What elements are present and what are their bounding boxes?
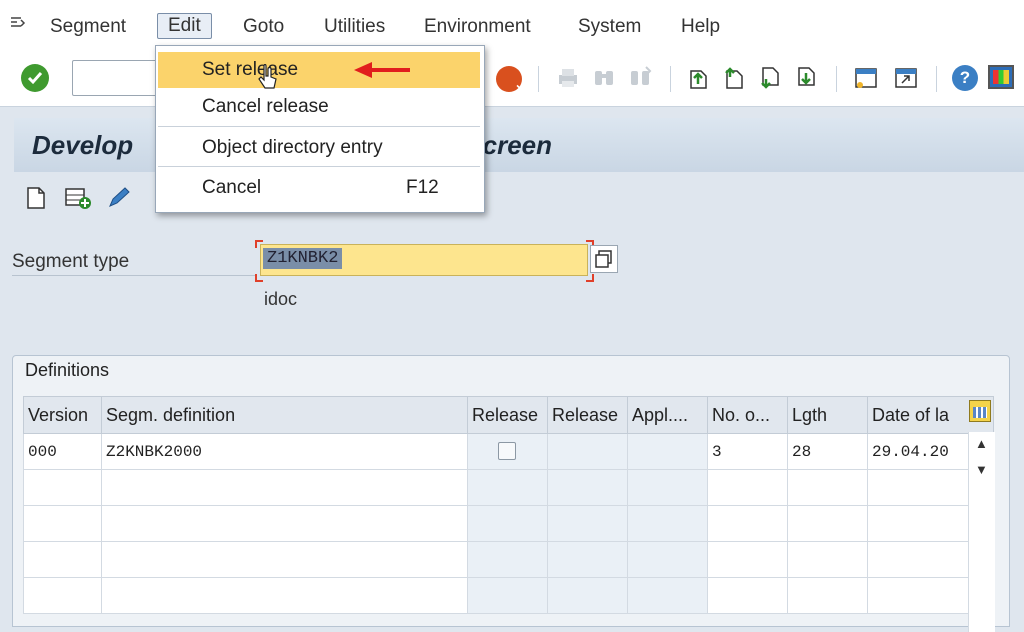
mouse-cursor-icon [258, 64, 277, 89]
next-page-icon[interactable] [758, 65, 782, 91]
focus-corner [255, 274, 263, 282]
toolbar-separator [836, 66, 837, 92]
menu-environment[interactable]: Environment [424, 16, 531, 38]
segment-type-label: Segment type [12, 251, 130, 272]
definitions-title: Definitions [25, 360, 110, 380]
cell-release [467, 433, 548, 470]
find-icon[interactable] [592, 65, 616, 91]
menu-bar: Segment Edit Goto Utilities Environment … [0, 0, 1024, 54]
menu-system[interactable]: System [578, 16, 641, 38]
menu-segment[interactable]: Segment [50, 16, 126, 38]
col-version[interactable]: Version [23, 396, 102, 434]
label-underline [12, 275, 257, 276]
menu-item-object-directory-entry[interactable]: Object directory entry [158, 130, 480, 166]
menu-icon[interactable] [10, 16, 26, 34]
help-icon[interactable]: ? [952, 65, 978, 91]
toolbar-separator [538, 66, 539, 92]
col-segm-definition[interactable]: Segm. definition [101, 396, 468, 434]
table-header-row: Version Segm. definition Release Release… [23, 396, 994, 434]
standard-toolbar: ? [0, 54, 1024, 107]
col-release-2[interactable]: Release [547, 396, 628, 434]
vertical-scrollbar[interactable]: ▲ ▼ [968, 432, 995, 632]
col-lgth[interactable]: Lgth [787, 396, 868, 434]
definitions-table: Version Segm. definition Release Release… [23, 396, 994, 614]
segment-type-value: Z1KNBK2 [263, 248, 343, 269]
page-title-left: Develop [32, 130, 134, 160]
set-release-label: Set release [202, 59, 299, 80]
scroll-down-icon[interactable]: ▼ [975, 462, 988, 477]
value-help-icon[interactable] [590, 245, 618, 273]
menu-item-set-release[interactable]: Set release [158, 52, 480, 88]
scroll-up-icon[interactable]: ▲ [975, 436, 988, 451]
column-settings-icon[interactable] [969, 400, 991, 422]
definitions-panel: Definitions Version Segm. definition Rel… [12, 355, 1010, 632]
cell-version: 000 [23, 433, 102, 470]
cell-appl [627, 433, 708, 470]
menu-separator [158, 166, 480, 167]
previous-page-icon[interactable] [722, 65, 746, 91]
enter-icon[interactable] [21, 64, 49, 92]
table-row[interactable] [23, 577, 994, 614]
focus-corner [586, 274, 594, 282]
col-no-of[interactable]: No. o... [707, 396, 788, 434]
cancel-icon[interactable] [496, 66, 524, 96]
annotation-arrow-icon [354, 62, 410, 78]
add-row-icon[interactable] [64, 186, 92, 215]
menu-separator [158, 126, 480, 127]
segment-type-input[interactable]: Z1KNBK2 [260, 244, 588, 276]
create-icon[interactable] [26, 186, 46, 215]
menu-goto[interactable]: Goto [243, 16, 284, 38]
table-row[interactable] [23, 505, 994, 542]
shortcut-icon[interactable] [894, 65, 918, 91]
cell-lgth: 28 [787, 433, 868, 470]
cell-segm-definition: Z2KNBK2000 [101, 433, 468, 470]
table-row[interactable] [23, 469, 994, 506]
create-session-icon[interactable] [854, 65, 878, 91]
cancel-shortcut: F12 [406, 177, 439, 198]
cancel-label: Cancel [202, 177, 262, 198]
print-icon[interactable] [556, 65, 580, 91]
table-row[interactable] [23, 541, 994, 578]
col-release[interactable]: Release [467, 396, 548, 434]
menu-edit[interactable]: Edit [157, 13, 212, 39]
release-checkbox[interactable] [498, 442, 516, 461]
first-page-icon[interactable] [686, 65, 710, 91]
toolbar-separator [670, 66, 671, 92]
col-appl[interactable]: Appl.... [627, 396, 708, 434]
toolbar-separator [936, 66, 937, 92]
menu-utilities[interactable]: Utilities [324, 16, 385, 38]
find-next-icon[interactable] [628, 65, 652, 91]
segment-description: idoc [264, 289, 298, 309]
menu-help[interactable]: Help [681, 16, 720, 38]
pencil-icon[interactable] [106, 186, 132, 215]
focus-corner [255, 240, 263, 248]
object-directory-entry-label: Object directory entry [202, 137, 383, 158]
cancel-release-label: Cancel release [202, 96, 329, 117]
customize-layout-icon[interactable] [988, 65, 1014, 89]
edit-menu-dropdown: Set release Cancel release Object direct… [155, 45, 485, 213]
last-page-icon[interactable] [794, 65, 818, 91]
menu-item-cancel-release[interactable]: Cancel release [158, 89, 480, 125]
cell-release-2 [547, 433, 628, 470]
table-row[interactable]: 000 Z2KNBK2000 3 28 29.04.20 [23, 433, 994, 470]
cell-no-of: 3 [707, 433, 788, 470]
menu-item-cancel[interactable]: Cancel F12 [158, 170, 480, 206]
